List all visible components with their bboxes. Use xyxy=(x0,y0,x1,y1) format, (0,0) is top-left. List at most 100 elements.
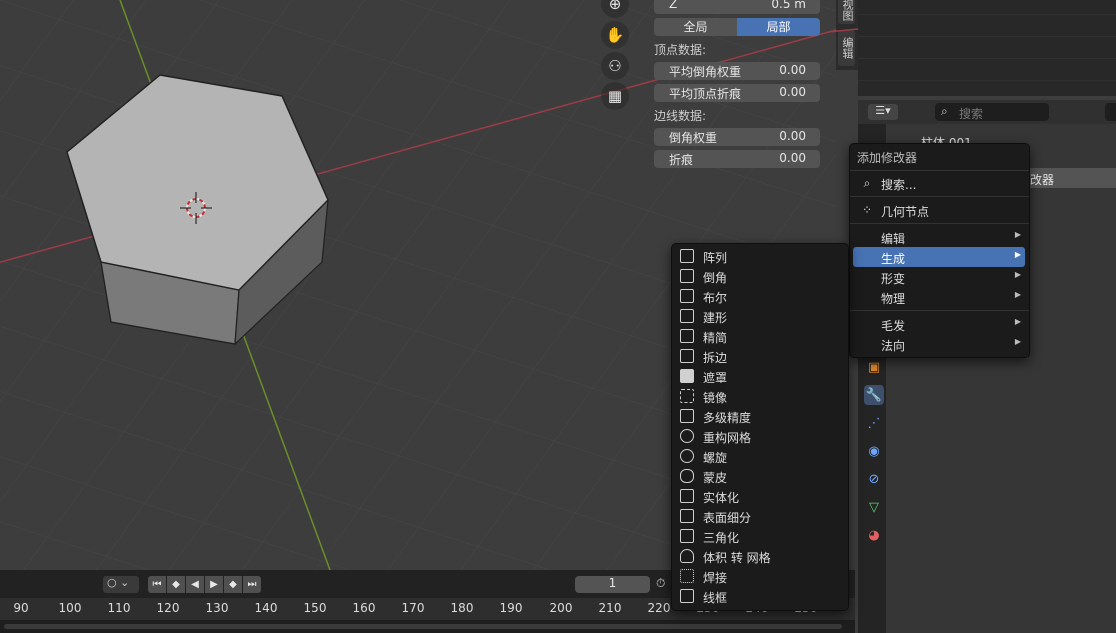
decimate-label: 精简 xyxy=(703,331,728,345)
object-properties-icon[interactable]: ▣ xyxy=(864,357,884,377)
physics-icon[interactable]: ◉ xyxy=(864,441,884,461)
editor-type-dropdown[interactable]: ☰▾ xyxy=(868,104,898,120)
material-icon[interactable]: ◕ xyxy=(864,525,884,545)
constraints-icon[interactable]: ⊘ xyxy=(864,469,884,489)
generate-item-decimate[interactable]: 精简 xyxy=(675,326,845,346)
triangulate-icon xyxy=(680,529,694,543)
outliner-row-divider xyxy=(858,36,1116,37)
properties-search-input[interactable]: ⌕ 搜索 xyxy=(935,103,1049,121)
menu-item-generate[interactable]: 生成 ▶ xyxy=(853,247,1025,267)
build-label: 建形 xyxy=(703,311,728,325)
normals-label: 法向 xyxy=(881,339,906,353)
options-dropdown[interactable] xyxy=(1105,103,1116,121)
menu-search-item[interactable]: ⌕ 搜索... xyxy=(853,173,1025,193)
z-location-field[interactable]: Z 0.5 m xyxy=(654,0,820,14)
generate-item-mirror[interactable]: 镜像 xyxy=(675,386,845,406)
modifier-wrench-icon[interactable]: 🔧 xyxy=(864,385,884,405)
prev-keyframe-icon[interactable]: ◆ xyxy=(167,576,185,593)
geometry-nodes-label: 几何节点 xyxy=(881,205,930,219)
play-reverse-icon[interactable]: ◀ xyxy=(186,576,204,593)
bevel-label: 倒角 xyxy=(703,271,728,285)
current-frame-field[interactable]: 1 xyxy=(575,576,650,593)
tab-tool[interactable]: 编辑 xyxy=(838,30,855,66)
particles-icon[interactable]: ⋰ xyxy=(864,413,884,433)
tab-view[interactable]: 视图 xyxy=(838,0,855,24)
edge-crease-field[interactable]: 折痕 0.00 xyxy=(654,150,820,168)
generate-item-skin[interactable]: 蒙皮 xyxy=(675,466,845,486)
remesh-label: 重构网格 xyxy=(703,431,752,445)
local-toggle[interactable]: 局部 xyxy=(737,18,820,36)
screw-icon xyxy=(680,449,694,463)
keying-dropdown[interactable]: ○ ⌄ xyxy=(103,576,139,593)
frame-tick-label: 90 xyxy=(13,601,29,615)
mesh-data-icon[interactable]: ▽ xyxy=(864,497,884,517)
edge-bevel-value: 0.00 xyxy=(779,129,806,143)
edge-bevel-field[interactable]: 倒角权重 0.00 xyxy=(654,128,820,146)
add-modifier-title: 添加修改器 xyxy=(857,151,918,165)
boolean-icon xyxy=(680,289,694,303)
edge-crease-value: 0.00 xyxy=(779,151,806,165)
decimate-icon xyxy=(680,329,694,343)
generate-item-multires[interactable]: 多级精度 xyxy=(675,406,845,426)
submenu-arrow-icon: ▶ xyxy=(1014,337,1021,346)
generate-item-mask[interactable]: 遮罩 xyxy=(675,366,845,386)
outliner-row-divider xyxy=(858,80,1116,81)
generate-item-weld[interactable]: 焊接 xyxy=(675,566,845,586)
generate-item-bevel[interactable]: 倒角 xyxy=(675,266,845,286)
array-label: 阵列 xyxy=(703,251,728,265)
generate-item-triangulate[interactable]: 三角化 xyxy=(675,526,845,546)
stopwatch-icon[interactable]: ⏱ xyxy=(656,576,672,593)
menu-item-physics[interactable]: 物理 ▶ xyxy=(853,287,1025,307)
mean-vertex-bevel-field[interactable]: 平均倒角权重 0.00 xyxy=(654,62,820,80)
x-axis-overflow xyxy=(828,28,858,33)
generate-item-wireframe[interactable]: 线框 xyxy=(675,586,845,606)
next-keyframe-icon[interactable]: ◆ xyxy=(224,576,242,593)
generate-item-edge-split[interactable]: 拆边 xyxy=(675,346,845,366)
menu-item-normals[interactable]: 法向 ▶ xyxy=(853,334,1025,354)
menu-item-geometry-nodes[interactable]: ⁘ 几何节点 xyxy=(853,200,1025,220)
generate-item-array[interactable]: 阵列 xyxy=(675,246,845,266)
search-icon: ⌕ xyxy=(941,104,948,118)
menu-item-edit[interactable]: 编辑 ▶ xyxy=(853,227,1025,247)
scrollbar-thumb[interactable] xyxy=(4,624,842,629)
outliner-area[interactable] xyxy=(858,0,1116,96)
hand-pan-icon[interactable]: ✋ xyxy=(601,21,629,49)
boolean-label: 布尔 xyxy=(703,291,728,305)
outliner-row-divider xyxy=(858,14,1116,15)
multiresolution-icon xyxy=(680,409,694,423)
edge-crease-label: 折痕 xyxy=(669,153,694,167)
camera-view-icon[interactable]: ⚇ xyxy=(601,52,629,80)
skin-label: 蒙皮 xyxy=(703,471,728,485)
mask-label: 遮罩 xyxy=(703,371,728,385)
edge-split-icon xyxy=(680,349,694,363)
mean-vertex-crease-field[interactable]: 平均顶点折痕 0.00 xyxy=(654,84,820,102)
menu-separator xyxy=(850,223,1029,224)
edge-bevel-label: 倒角权重 xyxy=(669,131,718,145)
frame-tick-label: 120 xyxy=(156,601,180,615)
frame-tick-label: 150 xyxy=(303,601,327,615)
volume-to-mesh-icon xyxy=(680,549,694,563)
generate-item-subdivision[interactable]: 表面细分 xyxy=(675,506,845,526)
jump-end-icon[interactable]: ⏭ xyxy=(243,576,261,593)
timeline-scrollbar[interactable] xyxy=(0,620,855,633)
multires-label: 多级精度 xyxy=(703,411,752,425)
generate-item-screw[interactable]: 螺旋 xyxy=(675,446,845,466)
search-placeholder: 搜索 xyxy=(959,107,984,121)
play-icon[interactable]: ▶ xyxy=(205,576,223,593)
jump-start-icon[interactable]: ⏮ xyxy=(148,576,166,593)
generate-item-solidify[interactable]: 实体化 xyxy=(675,486,845,506)
menu-item-deform[interactable]: 形变 ▶ xyxy=(853,267,1025,287)
generate-item-volume-to-mesh[interactable]: 体积 转 网格 xyxy=(675,546,845,566)
orthographic-grid-icon[interactable]: ▦ xyxy=(601,82,629,110)
z-value: 0.5 m xyxy=(771,0,806,11)
submenu-arrow-icon: ▶ xyxy=(1014,250,1021,259)
physics-label: 物理 xyxy=(881,292,906,306)
add-modifier-label: 改器 xyxy=(1030,173,1055,187)
subdivision-label: 表面细分 xyxy=(703,511,752,525)
frame-tick-label: 130 xyxy=(205,601,229,615)
generate-item-boolean[interactable]: 布尔 xyxy=(675,286,845,306)
global-toggle[interactable]: 全局 xyxy=(654,18,737,36)
menu-item-hair[interactable]: 毛发 ▶ xyxy=(853,314,1025,334)
generate-item-remesh[interactable]: 重构网格 xyxy=(675,426,845,446)
generate-item-build[interactable]: 建形 xyxy=(675,306,845,326)
